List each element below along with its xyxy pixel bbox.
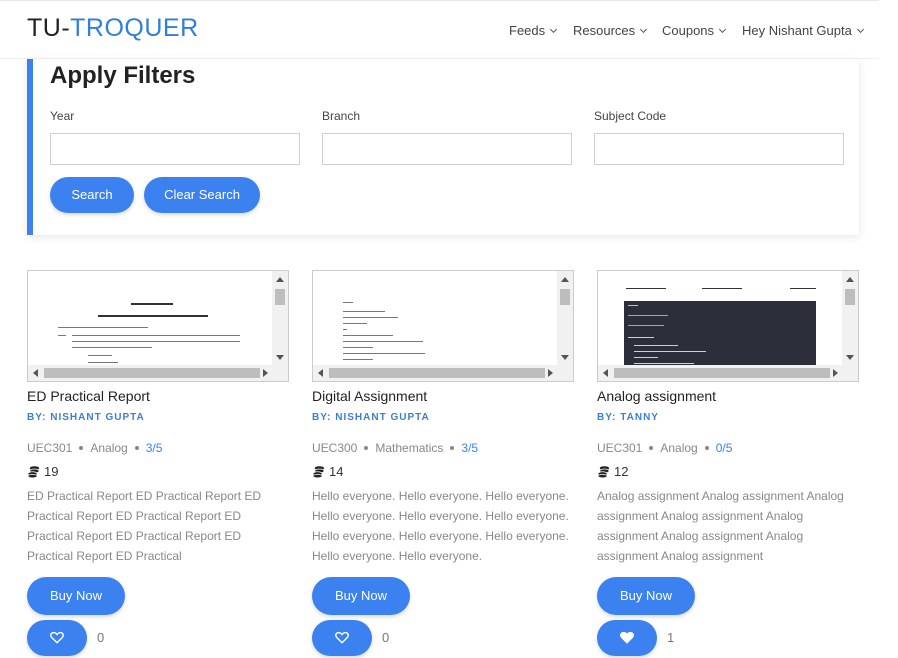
card-description: Hello everyone. Hello everyone. Hello ev… bbox=[312, 489, 569, 563]
nav-coupons[interactable]: Coupons bbox=[662, 23, 727, 38]
card-author[interactable]: BY: NISHANT GUPTA bbox=[27, 412, 145, 423]
nav-resources[interactable]: Resources bbox=[573, 23, 648, 38]
filter-panel: Apply Filters Year Branch Subject Code S… bbox=[27, 59, 859, 235]
chevron-down-icon bbox=[856, 25, 864, 34]
heart-filled-icon bbox=[620, 631, 634, 644]
like-button[interactable] bbox=[312, 620, 372, 656]
like-button[interactable] bbox=[597, 620, 657, 656]
card-title[interactable]: Analog assignment bbox=[597, 388, 716, 404]
search-button[interactable]: Search bbox=[50, 177, 134, 213]
vertical-scrollbar[interactable] bbox=[557, 271, 573, 367]
resource-card: ED Practical Report BY: NISHANT GUPTA UE… bbox=[27, 270, 290, 658]
subject-code: UEC301 bbox=[27, 441, 73, 455]
year-input[interactable] bbox=[50, 133, 300, 165]
horizontal-scrollbar[interactable] bbox=[28, 365, 288, 381]
subject-name: Mathematics bbox=[375, 441, 444, 455]
coin-price: 14 bbox=[312, 463, 343, 479]
horizontal-scrollbar[interactable] bbox=[313, 365, 573, 381]
like-count: 0 bbox=[382, 630, 390, 645]
nav-resources-label: Resources bbox=[573, 23, 636, 38]
chevron-down-icon bbox=[640, 25, 648, 34]
branch-input[interactable] bbox=[322, 133, 572, 165]
nav-user-label: Hey Nishant Gupta bbox=[742, 23, 852, 38]
vertical-scrollbar[interactable] bbox=[272, 271, 288, 367]
branch-label: Branch bbox=[322, 109, 361, 123]
document-preview-page bbox=[313, 271, 559, 367]
document-preview[interactable] bbox=[597, 270, 859, 382]
main-nav: Feeds Resources Coupons Hey Nishant Gupt… bbox=[0, 23, 864, 41]
coin-price: 12 bbox=[597, 463, 628, 479]
coin-count: 12 bbox=[614, 464, 629, 479]
buy-now-button[interactable]: Buy Now bbox=[597, 577, 695, 615]
document-preview-page bbox=[28, 271, 274, 367]
chevron-down-icon bbox=[550, 25, 558, 34]
like-count: 0 bbox=[97, 630, 105, 645]
coins-icon bbox=[27, 466, 40, 478]
buy-now-button[interactable]: Buy Now bbox=[312, 577, 410, 615]
coin-count: 14 bbox=[329, 464, 344, 479]
nav-feeds-label: Feeds bbox=[509, 23, 546, 38]
heart-outline-icon bbox=[50, 631, 64, 644]
card-author[interactable]: BY: NISHANT GUPTA bbox=[312, 412, 430, 423]
card-meta: UEC301 Analog 3/5 bbox=[27, 441, 162, 455]
like-button[interactable] bbox=[27, 620, 87, 656]
document-preview[interactable] bbox=[27, 270, 289, 382]
card-author[interactable]: BY: TANNY bbox=[597, 412, 659, 423]
nav-user-menu[interactable]: Hey Nishant Gupta bbox=[742, 23, 864, 38]
card-meta: UEC300 Mathematics 3/5 bbox=[312, 441, 478, 455]
subject-name: Analog bbox=[90, 441, 128, 455]
horizontal-scrollbar[interactable] bbox=[598, 365, 858, 381]
document-preview-page bbox=[598, 271, 844, 367]
code-screenshot bbox=[624, 301, 816, 367]
chevron-down-icon bbox=[719, 25, 727, 34]
filter-title: Apply Filters bbox=[50, 62, 196, 89]
card-description: Analog assignment Analog assignment Anal… bbox=[597, 489, 844, 563]
resource-card: Analog assignment BY: TANNY UEC301 Analog… bbox=[597, 270, 860, 658]
heart-outline-icon bbox=[335, 631, 349, 644]
clear-search-button[interactable]: Clear Search bbox=[144, 177, 260, 213]
subject-code: UEC301 bbox=[597, 441, 643, 455]
nav-feeds[interactable]: Feeds bbox=[509, 23, 558, 38]
year-label: Year bbox=[50, 109, 75, 123]
coin-count: 19 bbox=[44, 464, 59, 479]
nav-coupons-label: Coupons bbox=[662, 23, 715, 38]
coins-icon bbox=[597, 466, 610, 478]
top-navbar: TU-TROQUER Feeds Resources Coupons Hey N… bbox=[0, 0, 879, 59]
subject-name: Analog bbox=[660, 441, 698, 455]
resource-card: Digital Assignment BY: NISHANT GUPTA UEC… bbox=[312, 270, 575, 658]
card-description: ED Practical Report ED Practical Report … bbox=[27, 489, 262, 563]
vertical-scrollbar[interactable] bbox=[842, 271, 858, 367]
document-preview[interactable] bbox=[312, 270, 574, 382]
like-count: 1 bbox=[667, 630, 675, 645]
card-meta: UEC301 Analog 0/5 bbox=[597, 441, 732, 455]
coin-price: 19 bbox=[27, 463, 58, 479]
rating: 3/5 bbox=[145, 441, 163, 455]
subject-code-input[interactable] bbox=[594, 133, 844, 165]
rating: 3/5 bbox=[461, 441, 479, 455]
subject-code: UEC300 bbox=[312, 441, 358, 455]
card-title[interactable]: Digital Assignment bbox=[312, 388, 427, 404]
card-title[interactable]: ED Practical Report bbox=[27, 388, 150, 404]
buy-now-button[interactable]: Buy Now bbox=[27, 577, 125, 615]
subject-code-label: Subject Code bbox=[594, 109, 667, 123]
coins-icon bbox=[312, 466, 325, 478]
rating: 0/5 bbox=[715, 441, 733, 455]
